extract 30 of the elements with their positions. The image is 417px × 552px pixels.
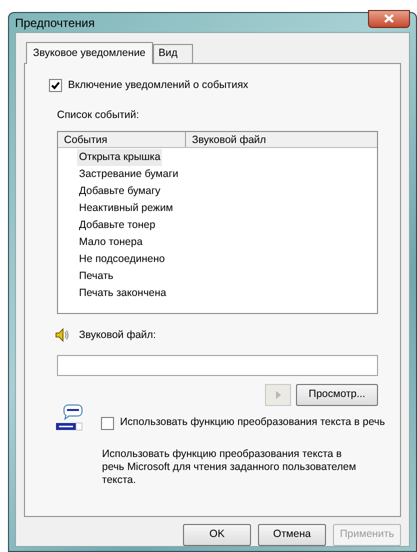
event-row[interactable]: Добавьте бумагу — [77, 182, 162, 200]
sound-file-label: Звуковой файл: — [79, 328, 156, 342]
event-row[interactable]: Добавьте тонер — [77, 216, 158, 234]
event-row[interactable]: Печать — [77, 268, 116, 284]
close-button[interactable] — [368, 10, 410, 28]
browse-button[interactable]: Просмотр... — [296, 384, 378, 406]
event-row[interactable]: Неактивный режим — [77, 200, 176, 216]
sound-file-field[interactable] — [57, 355, 378, 376]
play-icon — [276, 391, 280, 400]
dialog-button[interactable]: OK — [183, 524, 251, 546]
column-header[interactable]: События — [58, 132, 186, 146]
tab[interactable]: Звуковое уведомление — [26, 42, 153, 64]
checkbox[interactable] — [49, 79, 62, 92]
close-icon — [384, 14, 394, 23]
event-row[interactable]: Застревание бумаги — [77, 166, 180, 182]
window-title: Предпочтения — [15, 14, 95, 32]
event-row[interactable]: Мало тонера — [77, 234, 145, 250]
checkbox[interactable] — [101, 416, 114, 430]
tab[interactable]: Вид — [152, 44, 193, 63]
tts-description: Использовать функцию преобразования текста в речь Microsoft для чтения заданного пользователем текста. — [102, 448, 358, 487]
event-row[interactable]: Открыта крышка — [77, 148, 162, 166]
column-header[interactable]: Звуковой файл — [186, 132, 377, 146]
checkbox-label: Использовать функцию преобразования текста в речь — [120, 415, 385, 430]
text-to-speech-icon — [55, 404, 83, 432]
speaker-icon — [55, 328, 69, 342]
event-row[interactable]: Не подсоединено — [77, 250, 167, 268]
event-row[interactable]: Печать закончена — [77, 284, 168, 302]
dialog-button[interactable]: Отмена — [258, 524, 326, 546]
checkbox-label: Включение уведомлений о событиях — [68, 78, 248, 93]
events-list-label: Список событий: — [57, 108, 140, 123]
